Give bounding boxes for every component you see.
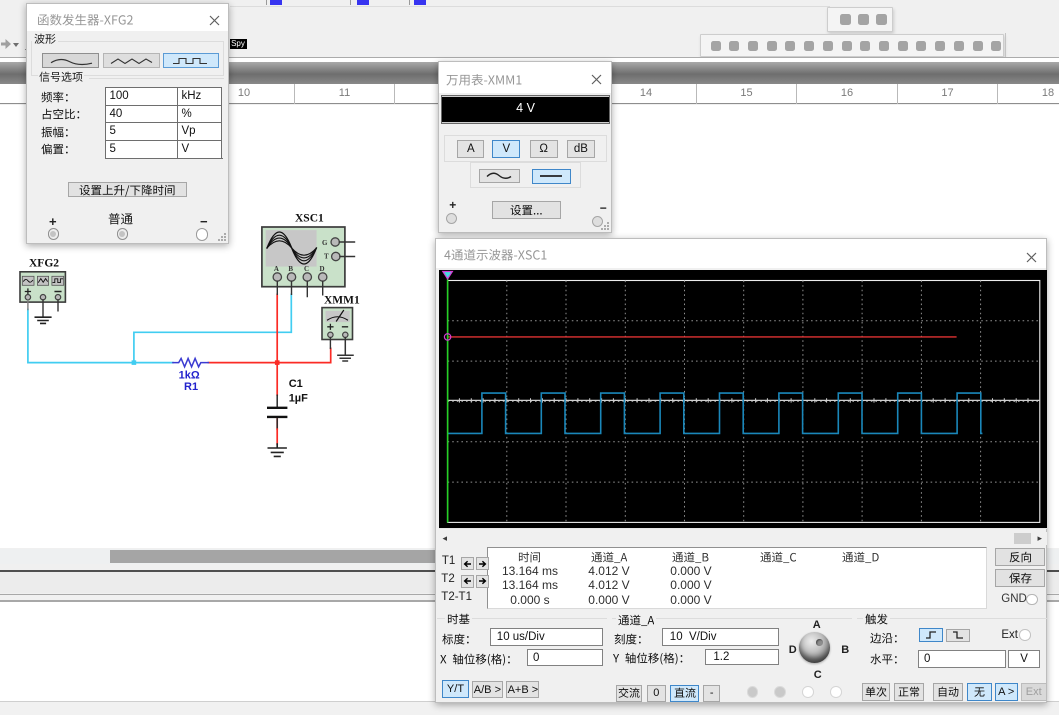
svg-text:XFG2: XFG2 xyxy=(29,258,59,270)
svg-text:C1: C1 xyxy=(289,378,303,390)
svg-text:B: B xyxy=(288,265,293,273)
svg-text:1µF: 1µF xyxy=(289,393,308,405)
svg-text:1kΩ: 1kΩ xyxy=(179,370,200,382)
svg-text:A: A xyxy=(274,265,279,273)
svg-text:D: D xyxy=(320,265,325,273)
svg-text:C: C xyxy=(304,265,309,273)
svg-text:XMM1: XMM1 xyxy=(324,295,360,307)
svg-text:G: G xyxy=(322,239,328,247)
svg-text:R1: R1 xyxy=(184,381,198,393)
svg-text:XSC1: XSC1 xyxy=(295,213,324,225)
svg-text:T: T xyxy=(324,253,329,261)
